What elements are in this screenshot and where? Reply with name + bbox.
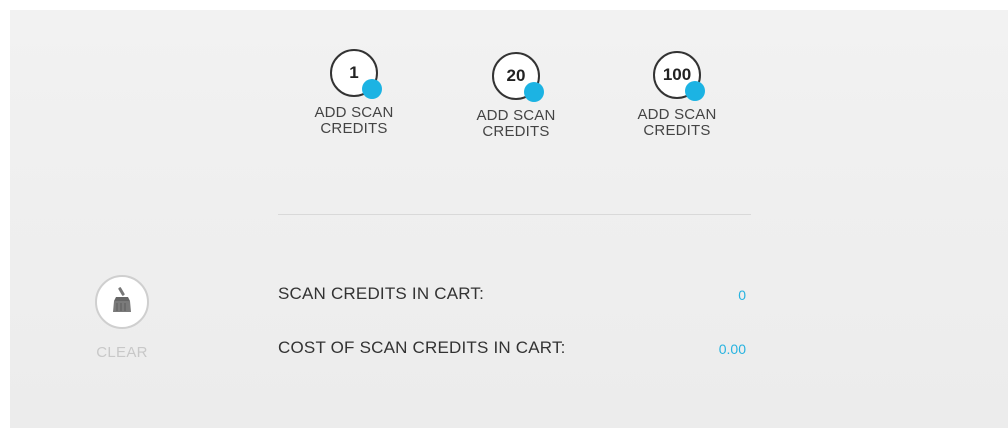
- section-divider: [278, 214, 751, 215]
- add-1-scan-credit-button[interactable]: 1 ADD SCAN CREDITS: [294, 49, 414, 137]
- credit-label-line2: CREDITS: [482, 123, 550, 140]
- clear-icon-circle: [95, 275, 149, 329]
- cost-of-scan-credits-value: 0.00: [718, 341, 746, 357]
- credit-option-label: ADD SCAN CREDITS: [294, 105, 414, 137]
- credit-amount-circle: 100: [653, 51, 705, 101]
- add-dot-icon: [362, 79, 382, 99]
- clear-label: CLEAR: [96, 344, 148, 361]
- scan-credits-in-cart-label: SCAN CREDITS IN CART:: [278, 284, 485, 303]
- credit-option-label: ADD SCAN CREDITS: [617, 107, 737, 139]
- credit-label-line2: CREDITS: [320, 120, 388, 137]
- credit-label-line1: ADD SCAN: [476, 107, 556, 124]
- credit-amount-circle: 1: [330, 49, 382, 99]
- credit-label-line2: CREDITS: [643, 122, 711, 139]
- add-dot-icon: [524, 82, 544, 102]
- credit-label-line1: ADD SCAN: [637, 106, 717, 123]
- cost-of-scan-credits-label: COST OF SCAN CREDITS IN CART:: [278, 338, 566, 357]
- clear-cart-button[interactable]: CLEAR: [80, 275, 164, 361]
- credit-option-label: ADD SCAN CREDITS: [456, 108, 576, 140]
- add-100-scan-credits-button[interactable]: 100 ADD SCAN CREDITS: [617, 51, 737, 139]
- scan-credits-in-cart-value: 0: [738, 287, 746, 303]
- credit-amount-circle: 20: [492, 52, 544, 102]
- add-20-scan-credits-button[interactable]: 20 ADD SCAN CREDITS: [456, 52, 576, 140]
- credit-label-line1: ADD SCAN: [314, 104, 394, 121]
- add-dot-icon: [685, 81, 705, 101]
- broom-icon: [107, 285, 137, 320]
